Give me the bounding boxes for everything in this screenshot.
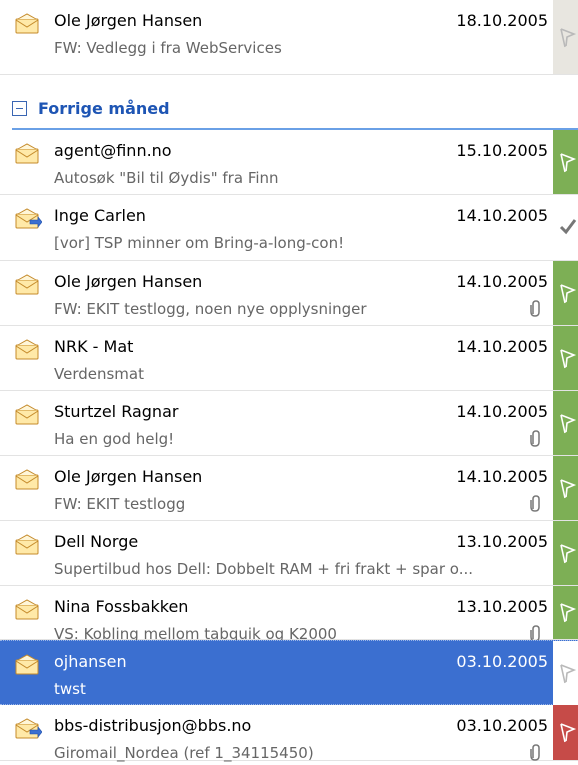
message-row[interactable]: Nina Fossbakken VS: Kobling mellom tabqui… — [0, 586, 578, 643]
flag-column[interactable] — [553, 326, 578, 390]
flag-column[interactable] — [553, 586, 578, 639]
envelope-open-icon — [14, 404, 42, 426]
message-sender: ojhansen — [54, 652, 127, 671]
message-date: 03.10.2005 — [456, 716, 548, 735]
flag-green-icon — [557, 282, 577, 306]
flag-column[interactable] — [553, 521, 578, 585]
flag-column[interactable] — [553, 130, 578, 194]
message-subject: Ha en god helg! — [54, 430, 175, 448]
message-sender: Ole Jørgen Hansen — [54, 272, 203, 291]
message-sender: agent@finn.no — [54, 141, 172, 160]
message-row[interactable]: bbs-distribusjon@bbs.no Giromail_Nordea (… — [0, 705, 578, 762]
message-date: 13.10.2005 — [456, 597, 548, 616]
paperclip-icon — [528, 743, 542, 761]
message-date: 14.10.2005 — [456, 272, 548, 291]
message-row[interactable]: Inge Carlen [vor] TSP minner om Bring-a-l… — [0, 195, 578, 261]
message-row[interactable]: NRK - Mat Verdensmat 14.10.2005 — [0, 326, 578, 391]
message-subject: FW: Vedlegg i fra WebServices — [54, 39, 282, 57]
message-subject: FW: EKIT testlogg, noen nye opplysninger — [54, 300, 367, 318]
message-sender: NRK - Mat — [54, 337, 134, 356]
message-sender: bbs-distribusjon@bbs.no — [54, 716, 252, 735]
message-subject: Supertilbud hos Dell: Dobbelt RAM + fri … — [54, 560, 473, 578]
paperclip-icon — [528, 299, 542, 317]
flag-green-icon — [557, 542, 577, 566]
message-row[interactable]: agent@finn.no Autosøk "Bil til Øydis" fra… — [0, 130, 578, 195]
envelope-open-icon — [14, 469, 42, 491]
envelope-reply-icon — [14, 718, 43, 740]
message-subject: twst — [54, 680, 86, 698]
flag-column[interactable] — [553, 391, 578, 455]
message-date: 13.10.2005 — [456, 532, 548, 551]
message-date: 14.10.2005 — [456, 206, 548, 225]
flag-green-icon — [557, 151, 577, 175]
envelope-open-icon — [14, 339, 42, 361]
flag-column[interactable] — [553, 261, 578, 325]
flag-red-icon — [557, 721, 577, 745]
message-date: 03.10.2005 — [456, 652, 548, 671]
flag-column[interactable] — [553, 705, 578, 760]
message-subject: Autosøk "Bil til Øydis" fra Finn — [54, 169, 279, 187]
message-sender: Ole Jørgen Hansen — [54, 467, 203, 486]
flag-column[interactable] — [553, 0, 578, 74]
message-sender: Sturtzel Ragnar — [54, 402, 179, 421]
flag-green-icon — [557, 412, 577, 436]
message-row[interactable]: ojhansen twst 03.10.2005 — [0, 640, 578, 705]
message-row[interactable]: Ole Jørgen Hansen FW: EKIT testlogg 14.10.… — [0, 456, 578, 521]
message-row[interactable]: Ole Jørgen Hansen FW: EKIT testlogg, noen… — [0, 261, 578, 326]
message-sender: Dell Norge — [54, 532, 139, 551]
message-row[interactable]: Ole Jørgen Hansen FW: Vedlegg i fra WebSe… — [0, 0, 578, 75]
envelope-open-icon — [14, 654, 42, 676]
message-subject: FW: EKIT testlogg — [54, 495, 186, 513]
message-subject: Verdensmat — [54, 365, 144, 383]
flag-green-icon — [557, 477, 577, 501]
message-sender: Inge Carlen — [54, 206, 146, 225]
message-subject: [vor] TSP minner om Bring-a-long-con! — [54, 234, 345, 252]
envelope-open-icon — [14, 534, 42, 556]
flag-outline-icon — [557, 26, 577, 50]
envelope-open-icon — [14, 143, 42, 165]
group-title: Forrige måned — [38, 99, 170, 118]
flag-outline-icon — [557, 662, 577, 686]
check-icon[interactable] — [558, 214, 578, 238]
message-date: 14.10.2005 — [456, 337, 548, 356]
message-sender: Nina Fossbakken — [54, 597, 189, 616]
message-row[interactable]: Dell Norge Supertilbud hos Dell: Dobbelt … — [0, 521, 578, 586]
paperclip-icon — [528, 429, 542, 447]
message-date: 14.10.2005 — [456, 402, 548, 421]
message-date: 15.10.2005 — [456, 141, 548, 160]
flag-green-icon — [557, 601, 577, 625]
message-subject: Giromail_Nordea (ref 1_34115450) — [54, 744, 314, 762]
group-header-previous-month[interactable]: Forrige måned — [0, 90, 578, 130]
message-date: 14.10.2005 — [456, 467, 548, 486]
envelope-open-icon — [14, 274, 42, 296]
envelope-open-icon — [14, 13, 42, 35]
flag-green-icon — [557, 347, 577, 371]
collapse-toggle-icon[interactable] — [12, 101, 27, 116]
paperclip-icon — [528, 494, 542, 512]
flag-column[interactable] — [553, 641, 578, 705]
message-row[interactable]: Sturtzel Ragnar Ha en god helg! 14.10.2005 — [0, 391, 578, 456]
message-sender: Ole Jørgen Hansen — [54, 11, 203, 30]
envelope-open-icon — [14, 599, 42, 621]
message-date: 18.10.2005 — [456, 11, 548, 30]
flag-column[interactable] — [553, 456, 578, 520]
envelope-reply-icon — [14, 208, 43, 230]
